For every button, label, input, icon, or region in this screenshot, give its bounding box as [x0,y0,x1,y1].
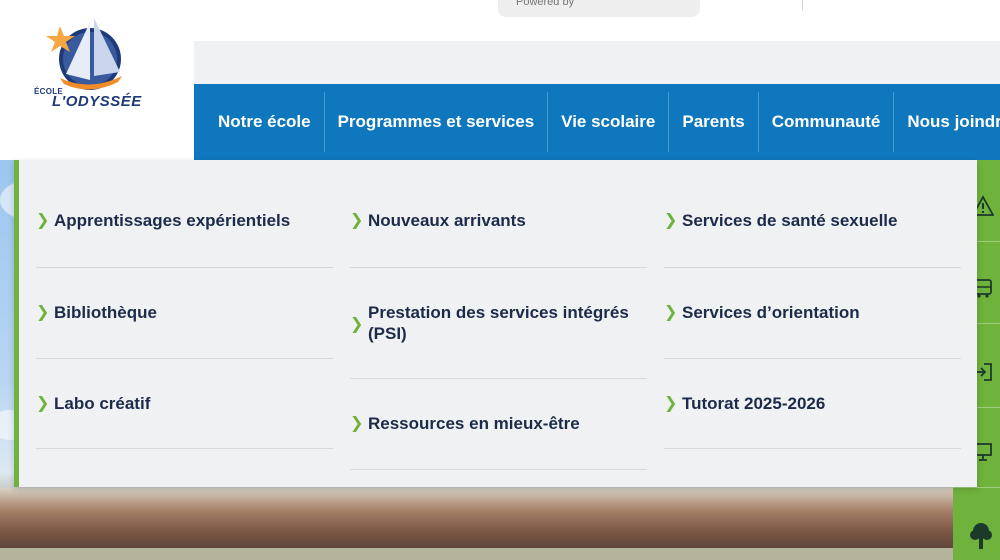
chevron-right-icon: ❯ [36,304,50,321]
menu-link-sante-sexuelle[interactable]: ❯ Services de santé sexuelle [664,160,961,268]
topbar-divider [802,0,803,10]
nav-item-nous-joindre[interactable]: Nous joindre [894,92,1000,152]
menu-link-label: Services de santé sexuelle [682,211,898,230]
chevron-right-icon: ❯ [350,212,364,229]
chevron-right-icon: ❯ [36,395,50,412]
chevron-right-icon: ❯ [350,415,364,432]
nav-item-communaute[interactable]: Communauté [759,92,895,152]
mega-menu-column-2: ❯ Nouveaux arrivants ❯ Prestation des se… [350,160,647,470]
nav-item-vie-scolaire[interactable]: Vie scolaire [548,92,670,152]
chevron-right-icon: ❯ [36,212,50,229]
chevron-right-icon: ❯ [350,316,364,333]
menu-link-tutorat[interactable]: ❯ Tutorat 2025-2026 [664,359,961,449]
translate-widget[interactable]: Powered by [498,0,700,17]
programmes-mega-menu: ❯ Apprentissages expérientiels ❯ Bibliot… [14,160,977,487]
menu-link-label: Labo créatif [54,394,151,413]
menu-link-label: Services d’orientation [682,303,860,322]
nav-item-notre-ecole[interactable]: Notre école [194,92,325,152]
chevron-right-icon: ❯ [664,212,678,229]
sailboat-logo-icon [46,18,122,90]
school-logo[interactable]: ÉCOLE L'ODYSSÉE [0,0,194,168]
menu-link-apprentissages[interactable]: ❯ Apprentissages expérientiels [36,160,333,268]
menu-link-nouveaux-arrivants[interactable]: ❯ Nouveaux arrivants [350,160,647,268]
chevron-right-icon: ❯ [664,395,678,412]
mega-menu-column-3: ❯ Services de santé sexuelle ❯ Services … [664,160,961,449]
menu-link-label: Tutorat 2025-2026 [682,394,826,413]
nav-item-parents[interactable]: Parents [669,92,759,152]
menu-link-label: Ressources en mieux-être [368,414,580,433]
lawn [0,548,953,560]
menu-link-bibliotheque[interactable]: ❯ Bibliothèque [36,268,333,359]
main-navigation: Notre école Programmes et services Vie s… [194,84,1000,160]
menu-link-label: Apprentissages expérientiels [54,211,291,230]
chevron-right-icon: ❯ [664,304,678,321]
menu-link-labo-creatif[interactable]: ❯ Labo créatif [36,359,333,449]
logo-name-text: L'ODYSSÉE [52,93,142,110]
powered-by-label: Powered by [516,0,575,8]
menu-link-orientation[interactable]: ❯ Services d’orientation [664,268,961,359]
menu-link-psi[interactable]: ❯ Prestation des services intégrés (PSI) [350,268,647,379]
menu-link-ressources-mieux-etre[interactable]: ❯ Ressources en mieux-être [350,379,647,470]
nav-item-programmes-et-services[interactable]: Programmes et services [325,92,549,152]
menu-link-label: Prestation des services intégrés (PSI) [368,303,629,343]
menu-link-label: Nouveaux arrivants [368,211,526,230]
mega-menu-column-1: ❯ Apprentissages expérientiels ❯ Bibliot… [36,160,333,449]
header-strip [194,41,1000,84]
tree-icon[interactable] [953,500,1000,560]
menu-link-label: Bibliothèque [54,303,157,322]
